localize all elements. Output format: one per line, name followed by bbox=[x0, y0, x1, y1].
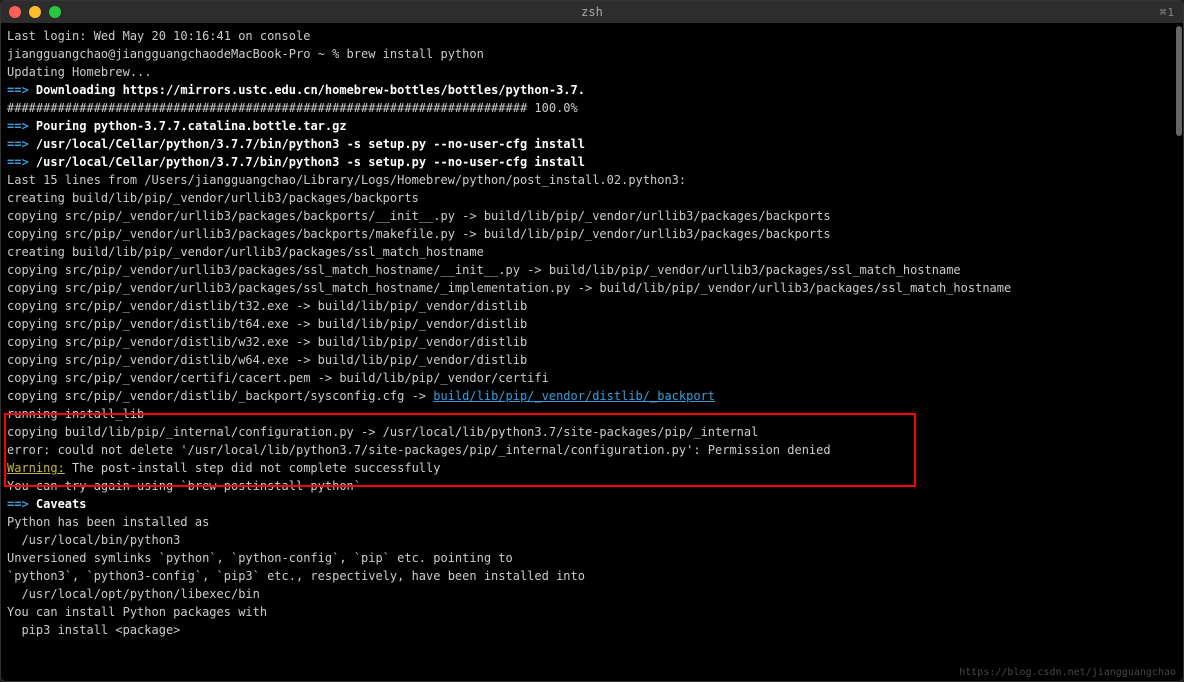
terminal-line: `python3`, `python3-config`, `pip3` etc.… bbox=[7, 567, 1177, 585]
minimize-button[interactable] bbox=[29, 6, 41, 18]
titlebar: zsh ⌘1 bbox=[1, 1, 1183, 23]
heading-text: Downloading https://mirrors.ustc.edu.cn/… bbox=[29, 83, 585, 97]
terminal-line: Last login: Wed May 20 10:16:41 on conso… bbox=[7, 27, 1177, 45]
terminal-line: ########################################… bbox=[7, 99, 1177, 117]
close-button[interactable] bbox=[9, 6, 21, 18]
terminal-line: copying src/pip/_vendor/urllib3/packages… bbox=[7, 261, 1177, 279]
terminal-line: copying src/pip/_vendor/urllib3/packages… bbox=[7, 225, 1177, 243]
terminal-line: Unversioned symlinks `python`, `python-c… bbox=[7, 549, 1177, 567]
terminal-line: copying src/pip/_vendor/distlib/t64.exe … bbox=[7, 315, 1177, 333]
text-prefix: copying src/pip/_vendor/distlib/_backpor… bbox=[7, 389, 433, 403]
terminal-line: copying src/pip/_vendor/urllib3/packages… bbox=[7, 279, 1177, 297]
heading-text: Pouring python-3.7.7.catalina.bottle.tar… bbox=[29, 119, 347, 133]
warning-text: The post-install step did not complete s… bbox=[65, 461, 441, 475]
window-title: zsh bbox=[581, 5, 603, 19]
arrow-icon: ==> bbox=[7, 137, 29, 151]
terminal-line: copying src/pip/_vendor/distlib/w32.exe … bbox=[7, 333, 1177, 351]
heading-text: /usr/local/Cellar/python/3.7.7/bin/pytho… bbox=[29, 137, 585, 151]
terminal-line: copying src/pip/_vendor/distlib/w64.exe … bbox=[7, 351, 1177, 369]
arrow-icon: ==> bbox=[7, 119, 29, 133]
terminal-line: copying src/pip/_vendor/urllib3/packages… bbox=[7, 207, 1177, 225]
terminal-line: creating build/lib/pip/_vendor/urllib3/p… bbox=[7, 243, 1177, 261]
terminal-line: copying src/pip/_vendor/distlib/_backpor… bbox=[7, 387, 1177, 405]
terminal-line: ==> /usr/local/Cellar/python/3.7.7/bin/p… bbox=[7, 135, 1177, 153]
warning-label: Warning: bbox=[7, 461, 65, 475]
terminal-line: creating build/lib/pip/_vendor/urllib3/p… bbox=[7, 189, 1177, 207]
terminal-line: ==> Downloading https://mirrors.ustc.edu… bbox=[7, 81, 1177, 99]
terminal-body[interactable]: Last login: Wed May 20 10:16:41 on conso… bbox=[1, 23, 1183, 681]
path-link[interactable]: build/lib/pip/_vendor/distlib/_backport bbox=[433, 389, 715, 403]
arrow-icon: ==> bbox=[7, 83, 29, 97]
terminal-line: copying src/pip/_vendor/certifi/cacert.p… bbox=[7, 369, 1177, 387]
terminal-line: copying build/lib/pip/_internal/configur… bbox=[7, 423, 1177, 441]
terminal-line: You can try again using `brew postinstal… bbox=[7, 477, 1177, 495]
terminal-line: Updating Homebrew... bbox=[7, 63, 1177, 81]
terminal-line: /usr/local/opt/python/libexec/bin bbox=[7, 585, 1177, 603]
terminal-line: ==> Caveats bbox=[7, 495, 1177, 513]
heading-text: /usr/local/Cellar/python/3.7.7/bin/pytho… bbox=[29, 155, 585, 169]
scrollbar[interactable] bbox=[1176, 26, 1182, 136]
heading-text: Caveats bbox=[29, 497, 87, 511]
traffic-lights bbox=[9, 6, 61, 18]
arrow-icon: ==> bbox=[7, 497, 29, 511]
terminal-line: running install_lib bbox=[7, 405, 1177, 423]
terminal-line: You can install Python packages with bbox=[7, 603, 1177, 621]
terminal-line: jiangguangchao@jiangguangchaodeMacBook-P… bbox=[7, 45, 1177, 63]
terminal-line: Warning: The post-install step did not c… bbox=[7, 459, 1177, 477]
terminal-line: copying src/pip/_vendor/distlib/t32.exe … bbox=[7, 297, 1177, 315]
titlebar-shortcut: ⌘1 bbox=[1160, 6, 1175, 19]
terminal-line: Last 15 lines from /Users/jiangguangchao… bbox=[7, 171, 1177, 189]
terminal-window: zsh ⌘1 Last login: Wed May 20 10:16:41 o… bbox=[0, 0, 1184, 682]
terminal-line: error: could not delete '/usr/local/lib/… bbox=[7, 441, 1177, 459]
terminal-line: pip3 install <package> bbox=[7, 621, 1177, 639]
terminal-line: /usr/local/bin/python3 bbox=[7, 531, 1177, 549]
terminal-line: ==> Pouring python-3.7.7.catalina.bottle… bbox=[7, 117, 1177, 135]
maximize-button[interactable] bbox=[49, 6, 61, 18]
terminal-line: Python has been installed as bbox=[7, 513, 1177, 531]
arrow-icon: ==> bbox=[7, 155, 29, 169]
terminal-line: ==> /usr/local/Cellar/python/3.7.7/bin/p… bbox=[7, 153, 1177, 171]
